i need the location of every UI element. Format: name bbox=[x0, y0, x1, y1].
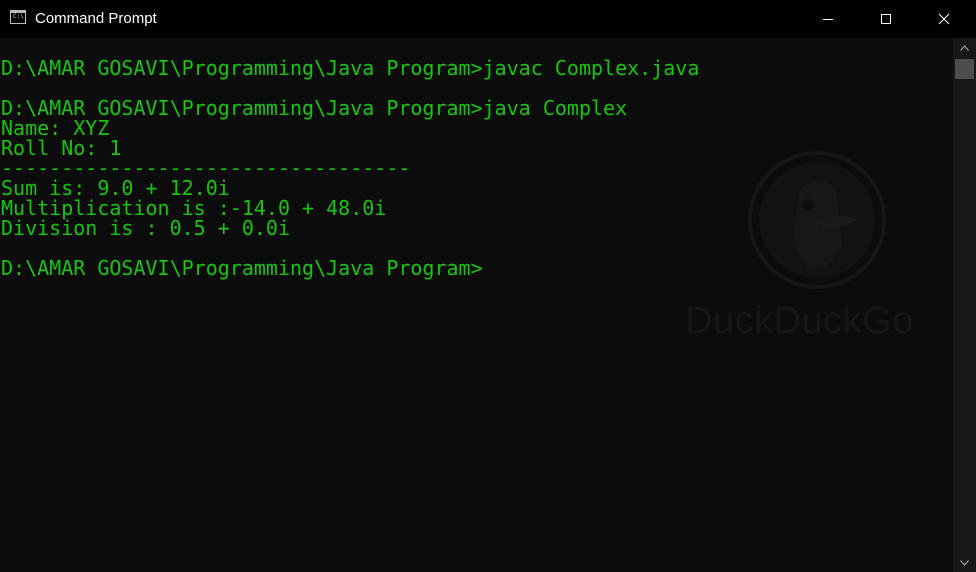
scroll-up-button[interactable] bbox=[953, 38, 976, 57]
console-output[interactable]: D:\AMAR GOSAVI\Programming\Java Program>… bbox=[0, 38, 953, 572]
console-line-division: Division is : 0.5 + 0.0i bbox=[1, 216, 290, 240]
scroll-up-arrow-icon bbox=[960, 44, 969, 51]
scroll-down-button[interactable] bbox=[953, 553, 976, 572]
minimize-button[interactable] bbox=[799, 0, 857, 38]
command-prompt-window: C:\ Command Prompt D:\AMAR GOSAVI\Progra… bbox=[0, 0, 976, 572]
console-line-roll: Roll No: 1 bbox=[1, 136, 122, 160]
console-line-javac: D:\AMAR GOSAVI\Programming\Java Program>… bbox=[1, 56, 700, 80]
close-button[interactable] bbox=[915, 0, 973, 38]
maximize-icon bbox=[881, 14, 891, 24]
scroll-thumb[interactable] bbox=[955, 59, 974, 79]
scroll-down-arrow-icon bbox=[960, 559, 969, 566]
title-bar[interactable]: C:\ Command Prompt bbox=[0, 0, 976, 38]
close-icon bbox=[938, 13, 950, 25]
console-line-java: D:\AMAR GOSAVI\Programming\Java Program>… bbox=[1, 96, 628, 120]
console-line-sum: Sum is: 9.0 + 12.0i bbox=[1, 176, 230, 200]
console-line-name: Name: XYZ bbox=[1, 116, 110, 140]
console-line-separator: ---------------------------------- bbox=[1, 156, 411, 180]
vertical-scrollbar[interactable] bbox=[953, 38, 976, 572]
window-title: Command Prompt bbox=[35, 10, 157, 27]
maximize-button[interactable] bbox=[857, 0, 915, 38]
console-line-prompt: D:\AMAR GOSAVI\Programming\Java Program> bbox=[1, 256, 483, 280]
cmd-app-icon[interactable]: C:\ bbox=[10, 10, 26, 24]
console-line-multiplication: Multiplication is :-14.0 + 48.0i bbox=[1, 196, 387, 220]
cmd-app-icon-glyph: C:\ bbox=[13, 13, 24, 20]
minimize-icon bbox=[823, 19, 833, 20]
